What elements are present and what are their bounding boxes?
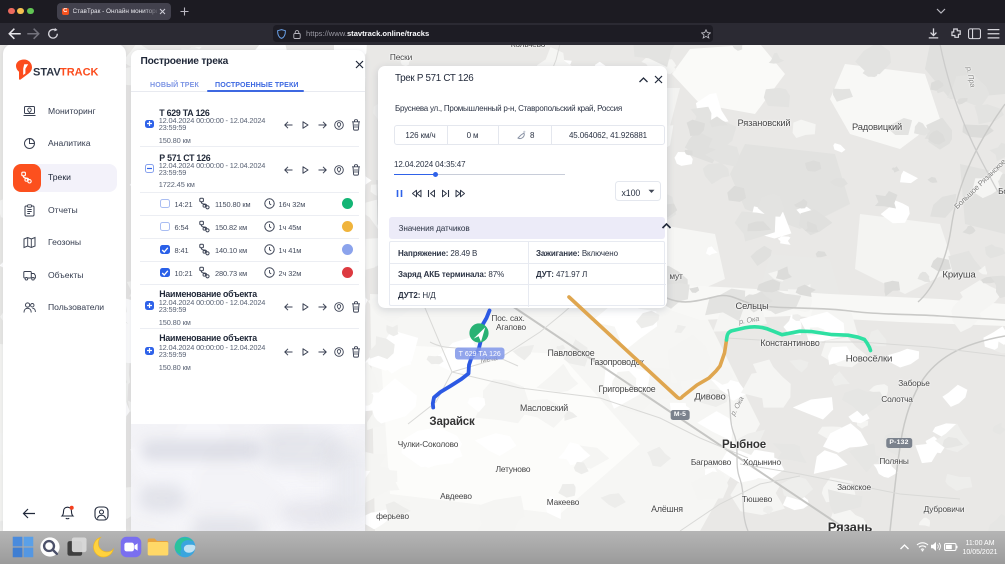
svg-text:STAV: STAV	[33, 66, 61, 78]
svg-text:TRACK: TRACK	[60, 66, 99, 78]
